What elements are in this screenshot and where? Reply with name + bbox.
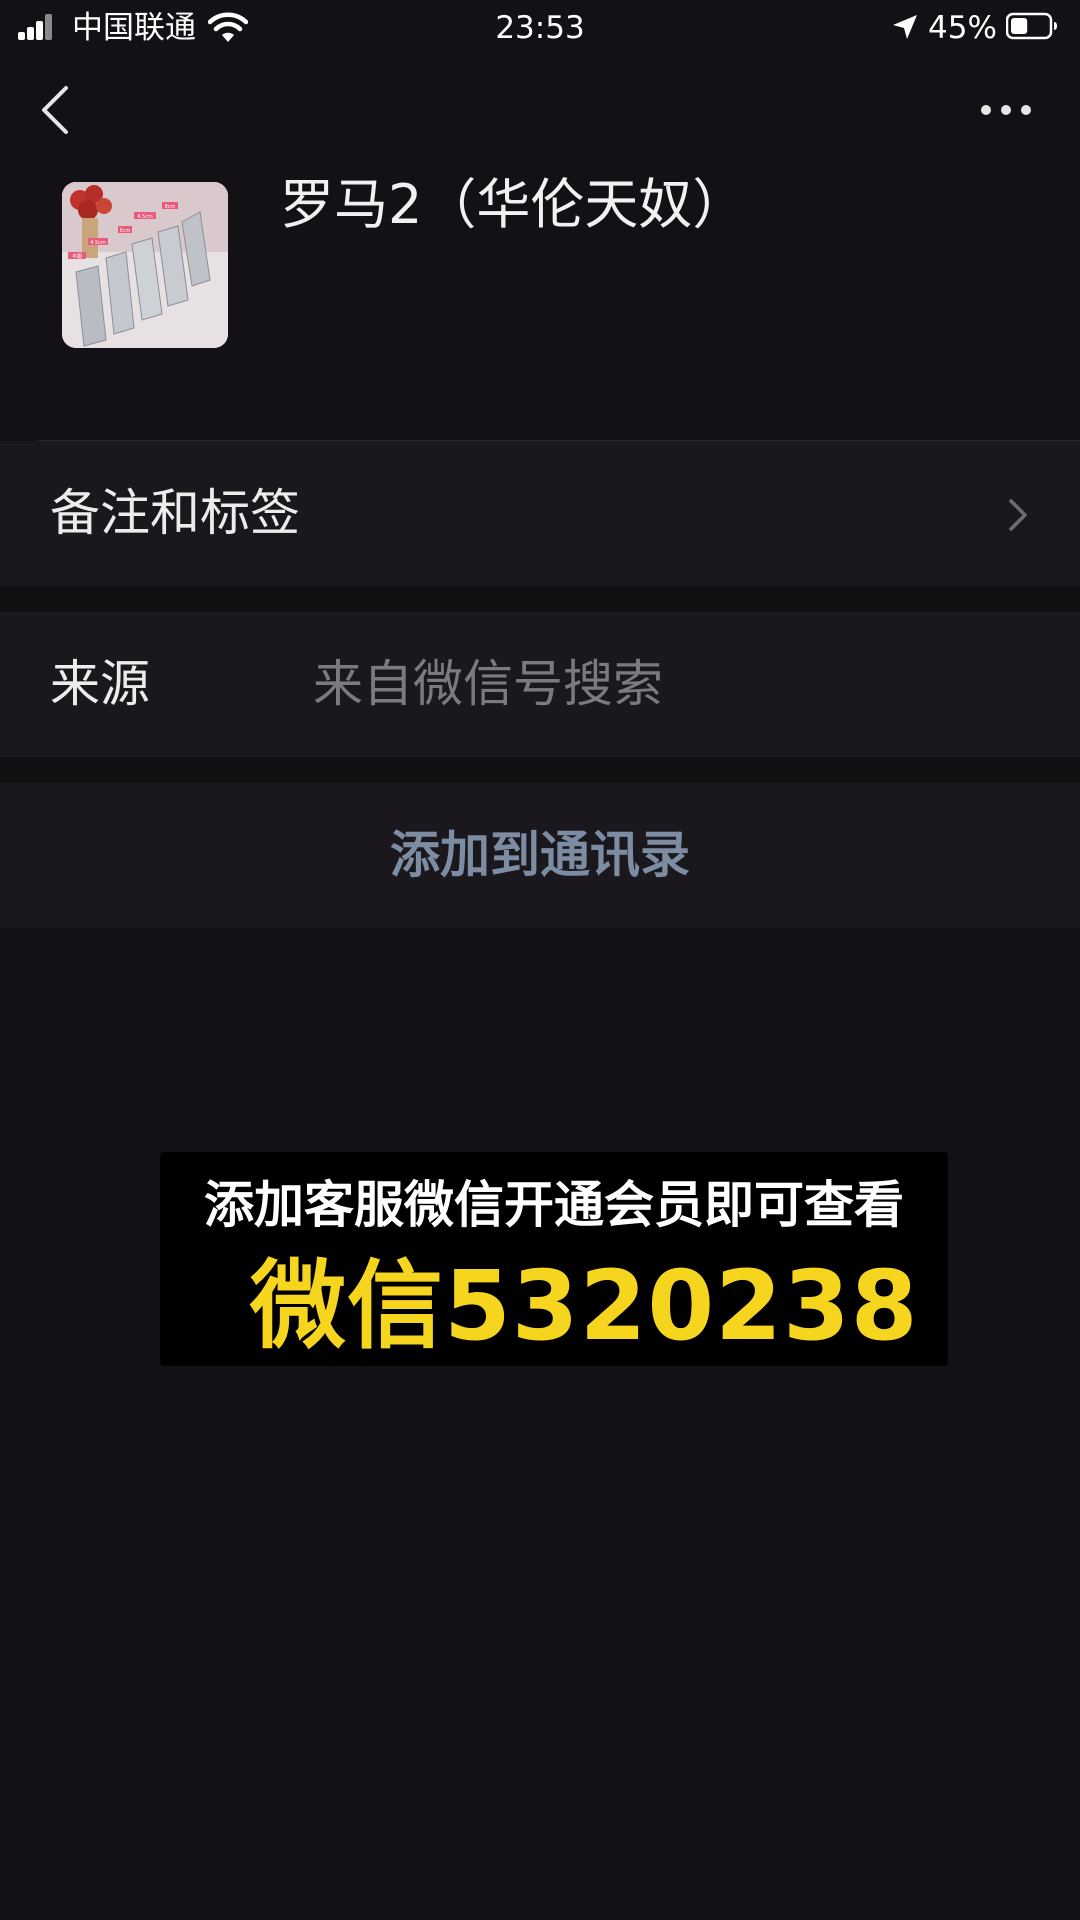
status-bar: 中国联通 23:53 45% (0, 0, 1080, 56)
remarks-and-tags-row[interactable]: 备注和标签 (0, 441, 1080, 586)
battery-icon (1006, 12, 1057, 40)
promo-text: 添加客服微信开通会员即可查看 (204, 1176, 904, 1234)
add-to-contacts-label: 添加到通讯录 (390, 826, 690, 884)
size-label-2: 4.5cm (137, 214, 153, 220)
more-options-button[interactable] (978, 96, 1034, 124)
size-label-5: 平跟 (72, 254, 82, 260)
remarks-and-tags-label: 备注和标签 (50, 484, 300, 542)
location-arrow-icon (893, 15, 917, 39)
source-value: 来自微信号搜索 (313, 655, 663, 713)
section-gap (0, 586, 1080, 612)
profile-name: 罗马2（华伦天奴） (280, 173, 747, 236)
section-gap (0, 757, 1080, 783)
promo-banner: 添加客服微信开通会员即可查看 微信5320238 (160, 1152, 948, 1366)
size-label-4: 4.5cm (90, 240, 106, 246)
avatar[interactable]: 8cm 4.5cm 6cm 4.5cm 平跟 (62, 182, 228, 348)
promo-wechat-id: 微信5320238 (250, 1250, 919, 1362)
size-label-1: 8cm (165, 204, 176, 210)
battery-percent: 45% (928, 10, 997, 46)
back-button[interactable] (36, 82, 76, 138)
add-to-contacts-button[interactable]: 添加到通讯录 (0, 783, 1080, 928)
chevron-right-icon (1009, 499, 1027, 531)
size-label-3: 6cm (120, 228, 131, 234)
source-label: 来源 (50, 655, 150, 713)
source-row: 来源 来自微信号搜索 (0, 612, 1080, 757)
shoes-photo: 8cm 4.5cm 6cm 4.5cm 平跟 (62, 182, 228, 348)
